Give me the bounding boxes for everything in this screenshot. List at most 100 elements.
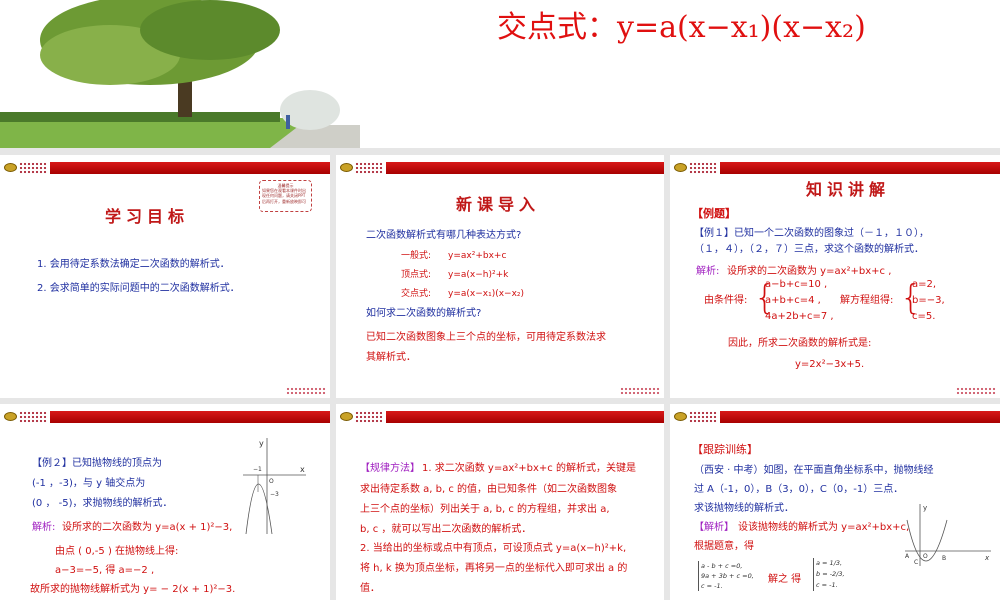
answer-line: 其解析式．: [366, 352, 416, 363]
slide-rule-method[interactable]: 【规律方法】 1. 求二次函数 y=ax²+bx+c 的解析式，关键是 求出待定…: [336, 404, 664, 600]
rule-line: 值．: [360, 583, 380, 594]
header-bar: [720, 162, 1000, 174]
point-c-label: C: [914, 559, 918, 566]
point-b-label: B: [942, 555, 946, 562]
origin-label: O: [923, 553, 928, 560]
analysis-label: 解析:: [696, 266, 720, 277]
dots-decoration: [355, 162, 383, 174]
equation: 4a+2b+c=7 ,: [765, 311, 834, 322]
tree-image: [0, 0, 360, 148]
equation: a - b + c =0,: [701, 562, 743, 570]
rule-line: 上三个点的坐标）列出关于 a, b, c 的方程组，并求出 a,: [360, 504, 610, 515]
analysis-text: 设所求的二次函数为 y=ax²+bx+c ,: [727, 266, 892, 277]
slide-new-lesson[interactable]: 新课导入 二次函数解析式有哪几种表达方式? 一般式: y=ax²+bx+c 顶点…: [336, 155, 664, 398]
system-right: a = 1/3, b = -2/3, c = -1.: [813, 558, 845, 591]
parabola-graph: y x A O B C: [905, 504, 991, 566]
solution: c = -1.: [816, 581, 838, 589]
slide-practice[interactable]: 【跟踪训练】 （西安 · 中考）如图，在平面直角坐标系中，抛物线经 过 A（-1…: [670, 404, 1000, 600]
dots-decoration: [689, 411, 717, 423]
form-expr: y=a(x−h)²+k: [448, 270, 509, 280]
axis-x-label: x: [984, 554, 990, 562]
example-text: (-1 ，-3)，与 y 轴交点为: [32, 478, 146, 489]
form-expr: y=ax²+bx+c: [448, 251, 507, 261]
solve-label: 解方程组得:: [840, 295, 894, 306]
logo-icon: [340, 412, 353, 421]
parabola-graph: y x O −1 −3: [243, 438, 306, 535]
conclusion: 因此，所求二次函数的解析式是:: [728, 338, 872, 349]
dots-decoration: [689, 162, 717, 174]
example-text: （１，４），（２，７）三点，求这个函数的解析式．: [694, 244, 924, 255]
form-label: 交点式:: [401, 289, 432, 299]
analysis-line: 由点 ( 0,-5 ) 在抛物线上得:: [55, 546, 179, 557]
analysis-line: a−3=−5, 得 a=−2 ,: [55, 565, 155, 576]
slide-title: 学习目标: [105, 207, 190, 226]
header-bar: [720, 411, 1000, 423]
header-bar: [50, 162, 330, 174]
slide-header: [0, 410, 330, 424]
dots-decoration: [19, 411, 47, 423]
form-expr: y=a(x−x₁)(x−x₂): [448, 289, 525, 299]
tip-note: 温馨提示 如果您在观看本课件时出现任何问题，请关闭PPT后再打开，重新放映即可: [259, 180, 312, 212]
tip-body: 如果您在观看本课件时出现任何问题，请关闭PPT后再打开，重新放映即可: [262, 188, 306, 204]
slide-header: [670, 161, 1000, 175]
cond-label: 由条件得:: [704, 295, 748, 306]
logo-icon: [4, 412, 17, 421]
slide-header: [336, 161, 664, 175]
example-text: 【例２】已知抛物线的顶点为: [32, 458, 162, 469]
logo-icon: [340, 163, 353, 172]
form-label: 顶点式:: [401, 270, 432, 280]
problem-line: 求该抛物线的解析式．: [694, 503, 794, 514]
problem-line: 过 A（-1，0），B（3，0），C（0，-1）三点．: [694, 484, 904, 495]
solution: a = 1/3,: [816, 559, 843, 567]
problem-line: （西安 · 中考）如图，在平面直角坐标系中，抛物线经: [694, 465, 934, 476]
solution: a=2,: [912, 279, 937, 290]
solution: c=5.: [912, 311, 936, 322]
banner-formula: 交点式：y=a(x−x₁)(x−x₂): [497, 10, 866, 45]
dots-decoration: [355, 411, 383, 423]
rule-line: 将 h, k 换为顶点坐标，再将另一点的坐标代入即可求出 a 的: [360, 563, 628, 574]
header-bar: [50, 411, 330, 423]
slide-title: 新课导入: [456, 195, 541, 214]
tick-label: −3: [270, 491, 279, 498]
logo-icon: [4, 163, 17, 172]
equation: a−b+c=10 ,: [765, 279, 828, 290]
practice-tag: 【跟踪训练】: [692, 443, 758, 456]
origin-label: O: [269, 478, 274, 485]
slide-knowledge[interactable]: 知识讲解 【例题】 【例１】已知一个二次函数的图象过（－１，１０）， （１，４）…: [670, 155, 1000, 398]
answer-line: 已知二次函数图象上三个点的坐标，可用待定系数法求: [366, 332, 606, 343]
goal-item: 2. 会求简单的实际问题中的二次函数解析式．: [37, 283, 240, 294]
tick-label: −1: [253, 466, 262, 473]
example-tag: 【例题】: [692, 207, 736, 220]
rule-line: b, c ，就可以写出二次函数的解析式．: [360, 524, 532, 535]
footer-dots: [620, 387, 660, 395]
question: 如何求二次函数的解析式?: [366, 308, 482, 319]
example-text: 【例１】已知一个二次函数的图象过（－１，１０），: [694, 228, 929, 239]
rule-line: 2. 当给出的坐标或点中有顶点，可设顶点式 y=a(x−h)²+k,: [360, 543, 627, 554]
equation: a+b+c=4 ,: [765, 295, 821, 306]
example-text: (0 ， -5)，求抛物线的解析式．: [32, 498, 173, 509]
according-text: 根据题意，得: [694, 541, 754, 552]
slide-header: [0, 161, 330, 175]
result: y=2x²−3x+5.: [795, 359, 865, 370]
banner: 交点式：y=a(x−x₁)(x−x₂): [0, 0, 1000, 148]
solution: b = -2/3,: [816, 570, 845, 578]
dots-decoration: [19, 162, 47, 174]
slide-title: 知识讲解: [806, 180, 891, 199]
axis-x-label: x: [300, 465, 305, 474]
footer-dots: [286, 387, 326, 395]
equation: c = -1.: [701, 582, 723, 590]
question: 二次函数解析式有哪几种表达方式?: [366, 230, 522, 241]
solve-label: 解之 得: [768, 574, 802, 585]
form-label: 一般式:: [401, 251, 432, 261]
analysis-label: 解析:: [32, 522, 56, 533]
system-left: a - b + c =0, 9a + 3b + c =0, c = -1.: [698, 561, 754, 591]
slide-example-2[interactable]: 【例２】已知抛物线的顶点为 (-1 ，-3)，与 y 轴交点为 (0 ， -5)…: [0, 404, 330, 600]
solution: b=−3,: [912, 295, 945, 306]
header-bar: [386, 411, 664, 423]
equation: 9a + 3b + c =0,: [701, 572, 754, 580]
analysis-line: 故所求的抛物线解析式为 y= − 2(x + 1)²−3.: [30, 584, 236, 595]
axis-y-label: y: [923, 504, 927, 512]
axis-y-label: y: [259, 439, 264, 448]
analysis-tag: 【解析】: [694, 522, 734, 533]
slide-learning-goals[interactable]: 温馨提示 如果您在观看本课件时出现任何问题，请关闭PPT后再打开，重新放映即可 学…: [0, 155, 330, 398]
